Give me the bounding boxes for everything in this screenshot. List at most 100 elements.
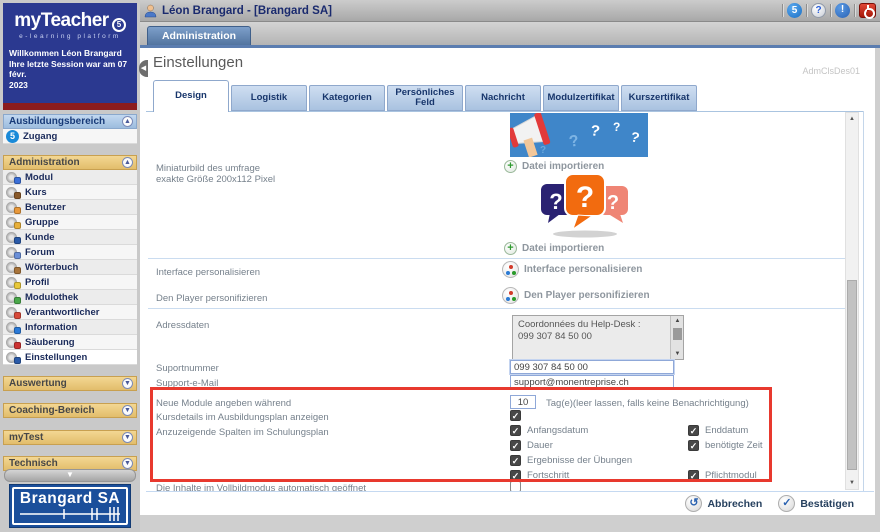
section-title: myTest <box>9 432 44 443</box>
sidebar-item-profil[interactable]: Profil <box>3 275 137 290</box>
kunde-icon <box>6 231 21 244</box>
course-details-label: Kursdetails im Ausbildungsplan anzeigen <box>156 412 329 423</box>
sidebar-item-label: Profil <box>25 276 50 288</box>
section-header-administration[interactable]: Administration ▲ <box>3 155 137 170</box>
sidebar-item-information[interactable]: Information <box>3 320 137 335</box>
benutzer-icon <box>6 201 21 214</box>
dauer-checkbox[interactable] <box>510 440 521 451</box>
confirm-button[interactable]: ✓ Bestätigen <box>778 495 854 512</box>
sidebar-item-modul[interactable]: Modul <box>3 170 137 185</box>
thumbnail-label-line1: Miniaturbild des umfrage <box>156 163 261 174</box>
einstellungen-icon <box>6 351 21 364</box>
scroll-down-icon[interactable]: ▼ <box>846 477 858 489</box>
tab-logistik[interactable]: Logistik <box>231 85 307 111</box>
welcome-text: Willkommen Léon Brangard Ihre letzte Ses… <box>9 48 131 90</box>
chevron-down-icon[interactable]: ▼ <box>122 432 133 443</box>
module-tab-administration[interactable]: Administration <box>147 26 251 45</box>
sidebar-item-forum[interactable]: Forum <box>3 245 137 260</box>
svg-text:?: ? <box>540 145 546 156</box>
chevron-up-icon[interactable]: ▲ <box>122 116 133 127</box>
chevron-down-icon[interactable]: ▼ <box>122 458 133 469</box>
verantwortlicher-icon <box>6 306 21 319</box>
sidebar-item-woerterbuch[interactable]: Wörterbuch <box>3 260 137 275</box>
info-icon[interactable]: ! <box>835 3 850 18</box>
thumbnail-label: Miniaturbild des umfrage exakte Größe 20… <box>156 163 275 185</box>
enddatum-checkbox[interactable] <box>688 425 699 436</box>
svg-text:?: ? <box>613 120 620 134</box>
column-dauer: Dauer <box>510 440 553 451</box>
version-5-icon[interactable]: 5 <box>787 3 802 18</box>
new-modules-days-input[interactable] <box>510 395 536 409</box>
section-header-ausbildungsbereich[interactable]: Ausbildungsbereich ▲ <box>3 114 137 129</box>
scroll-down-icon[interactable]: ▼ <box>671 350 684 358</box>
support-email-input[interactable] <box>510 375 674 389</box>
module-strip: Administration <box>140 22 880 45</box>
anfangsdatum-checkbox[interactable] <box>510 425 521 436</box>
thumbnail-label-line2: exakte Größe 200x112 Pixel <box>156 174 276 185</box>
ergebnisse-checkbox[interactable] <box>510 455 521 466</box>
content-scrollbar[interactable]: ▲ ▼ <box>845 112 859 490</box>
tab-kategorien[interactable]: Kategorien <box>309 85 385 111</box>
scrollbar-thumb[interactable] <box>847 280 857 470</box>
tab-modulzertifikat[interactable]: Modulzertifikat <box>543 85 619 111</box>
address-label: Adressdaten <box>156 320 210 331</box>
sidebar-item-gruppe[interactable]: Gruppe <box>3 215 137 230</box>
scroll-up-icon[interactable]: ▲ <box>846 113 858 125</box>
pflichtmodul-checkbox[interactable] <box>688 470 699 481</box>
tab-nachricht[interactable]: Nachricht <box>465 85 541 111</box>
columns-label: Anzuzeigende Spalten im Schulungsplan <box>156 427 329 438</box>
address-textarea[interactable]: Coordonnées du Help-Desk : 099 307 84 50… <box>512 315 684 360</box>
player-button-label: Den Player personifizieren <box>524 290 650 301</box>
svg-text:?: ? <box>576 181 594 214</box>
section-header-mytest[interactable]: myTest ▼ <box>3 430 137 445</box>
interface-personalize-button[interactable]: Interface personalisieren <box>502 261 642 278</box>
player-personalize-button[interactable]: Den Player personifizieren <box>502 287 650 304</box>
section-header-coaching-bereich[interactable]: Coaching-Bereich ▼ <box>3 403 137 418</box>
section-title: Ausbildungsbereich <box>9 116 106 127</box>
sidebar-item-saeuberung[interactable]: Säuberung <box>3 335 137 350</box>
section-title: Coaching-Bereich <box>9 405 95 416</box>
tab-design[interactable]: Design <box>153 80 229 112</box>
sidebar-item-benutzer[interactable]: Benutzer <box>3 200 137 215</box>
checkbox-label: benötigte Zeit <box>705 440 763 451</box>
course-details-checkbox[interactable] <box>510 410 521 421</box>
sidebar-item-modulothek[interactable]: Modulothek <box>3 290 137 305</box>
window-title: Léon Brangard - [Brangard SA] <box>162 4 332 17</box>
tab-kurszertifikat[interactable]: Kurszertifikat <box>621 85 697 111</box>
chevron-down-icon[interactable]: ▼ <box>122 405 133 416</box>
gruppe-icon <box>6 216 21 229</box>
sidebar-scroll-down-button[interactable]: ▼ <box>4 469 136 482</box>
company-logo-ticks <box>20 507 120 521</box>
scroll-up-icon[interactable]: ▲ <box>671 317 684 325</box>
zugang-5-icon: 5 <box>6 129 19 143</box>
sidebar-item-verantwortlicher[interactable]: Verantwortlicher <box>3 305 137 320</box>
import-thumbnail-label: Datei importieren <box>522 243 605 254</box>
tab-persoenliches-feld[interactable]: Persönliches Feld <box>387 85 463 111</box>
help-icon[interactable]: ? <box>811 3 826 18</box>
chevron-up-icon[interactable]: ▲ <box>122 157 133 168</box>
logout-icon[interactable] <box>859 3 876 19</box>
benoetigte-zeit-checkbox[interactable] <box>688 440 699 451</box>
import-thumbnail-button[interactable]: + Datei importieren <box>504 242 604 255</box>
textarea-scrollbar[interactable]: ▲ ▼ <box>670 316 683 359</box>
sidebar-item-kunde[interactable]: Kunde <box>3 230 137 245</box>
check-icon: ✓ <box>778 495 796 512</box>
welcome-line1: Willkommen Léon Brangard <box>9 48 122 58</box>
section-header-auswertung[interactable]: Auswertung ▼ <box>3 376 137 391</box>
sidebar-item-kurs[interactable]: Kurs <box>3 185 137 200</box>
scrollbar-thumb[interactable] <box>673 328 682 340</box>
design-tab-content: ? ? ? ? ? + Datei importieren Miniaturbi… <box>146 111 863 494</box>
svg-text:?: ? <box>549 189 562 214</box>
brand-logo: myTeacher 5 <box>3 3 137 32</box>
sidebar-item-label: Information <box>25 321 78 333</box>
chevron-down-icon[interactable]: ▼ <box>122 378 133 389</box>
fortschritt-checkbox[interactable] <box>510 470 521 481</box>
support-number-input[interactable] <box>509 359 675 375</box>
cancel-button[interactable]: ↺ Abbrechen <box>685 495 762 512</box>
forum-icon <box>6 246 21 259</box>
interface-button-label: Interface personalisieren <box>524 264 643 275</box>
sidebar-item-einstellungen[interactable]: Einstellungen <box>3 350 137 365</box>
sidebar-collapse-handle[interactable]: ◀ <box>139 60 148 77</box>
sidebar-item-label: Modulothek <box>25 291 79 303</box>
sidebar-item-zugang[interactable]: 5 Zugang <box>3 129 137 144</box>
